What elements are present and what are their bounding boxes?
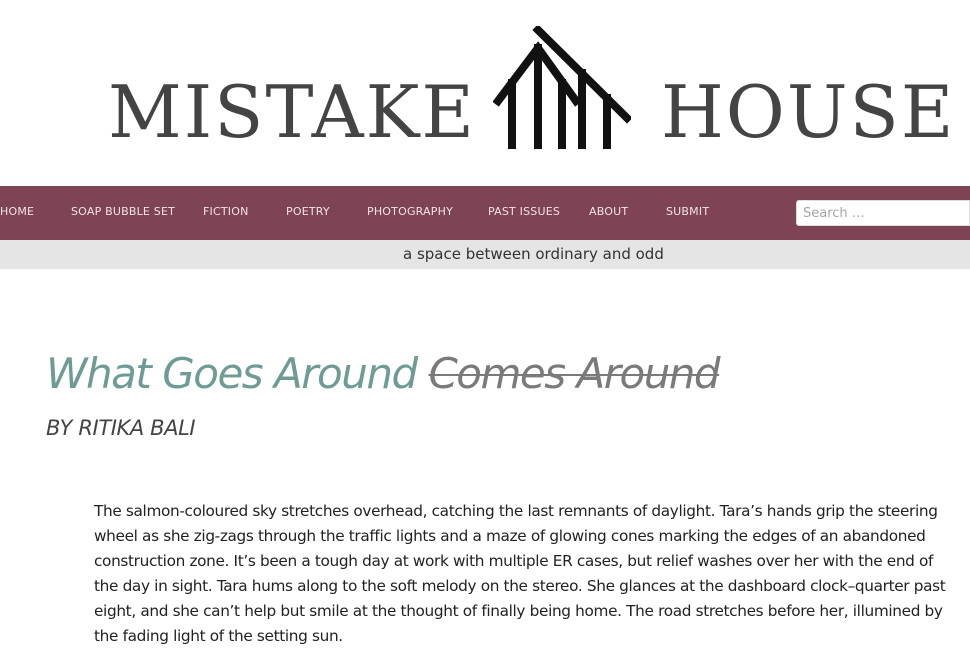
story-paragraph: The salmon-coloured sky stretches overhe… [94,502,946,645]
tagline-bar: a space between ordinary and odd [0,240,970,269]
site-logo-text-left[interactable]: MISTAKE [108,76,476,148]
post-title-struck: Comes Around [428,349,720,398]
nav-item-photography[interactable]: PHOTOGRAPHY [367,205,453,218]
nav-item-fiction[interactable]: FICTION [203,205,249,218]
nav-item-poetry[interactable]: POETRY [286,205,330,218]
nav-item-past-issues[interactable]: PAST ISSUES [488,205,560,218]
post-byline: BY RITIKA BALI [46,416,196,440]
post-title-main: What Goes Around [46,349,418,398]
site-tagline: a space between ordinary and odd [403,245,664,263]
search-input[interactable] [796,200,970,226]
nav-item-soap-bubble-set[interactable]: SOAP BUBBLE SET [71,205,175,218]
nav-item-submit[interactable]: SUBMIT [666,205,709,218]
site-logo-text-right[interactable]: HOUSE [661,76,955,148]
nav-item-about[interactable]: ABOUT [589,205,628,218]
site-header: MISTAKE HOUSE [0,0,970,186]
house-icon[interactable] [493,26,631,150]
nav-item-home[interactable]: HOME [0,205,34,218]
post-title: What Goes Around Comes Around [46,349,721,398]
